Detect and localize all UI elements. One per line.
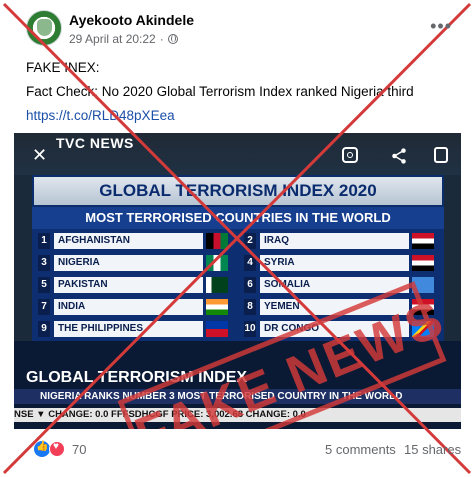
rank-label: INDIA xyxy=(54,298,203,315)
author-avatar[interactable] xyxy=(26,10,62,46)
flag-icon xyxy=(206,276,228,293)
rank-label: THE PHILIPPINES xyxy=(54,320,203,337)
close-icon[interactable]: ✕ xyxy=(32,145,47,166)
rank-number: 7 xyxy=(38,298,50,315)
rank-label: PAKISTAN xyxy=(54,276,203,293)
flag-icon xyxy=(206,254,228,271)
rank-item: 5 PAKISTAN xyxy=(38,275,228,294)
reaction-count[interactable]: 70 xyxy=(72,442,86,457)
rank-number: 8 xyxy=(244,298,256,315)
rank-item: 2 IRAQ xyxy=(244,231,434,250)
post-footer: 70 5 comments 15 shares xyxy=(0,438,474,464)
flag-icon xyxy=(206,320,228,337)
shares-count[interactable]: 15 shares xyxy=(404,442,461,457)
post-link[interactable]: https://t.co/RLD48pXEea xyxy=(26,108,175,123)
rank-number: 1 xyxy=(38,232,50,249)
rank-number: 3 xyxy=(38,254,50,271)
author-name[interactable]: Ayekooto Akindele xyxy=(69,12,194,28)
post-card: Ayekooto Akindele 29 April at 20:22 · FA… xyxy=(0,0,474,477)
options-icon[interactable] xyxy=(434,147,448,163)
flag-icon xyxy=(206,232,228,249)
comments-count[interactable]: 5 comments xyxy=(325,442,396,457)
post-date[interactable]: 29 April at 20:22 xyxy=(69,32,156,46)
post-text-line2: Fact Check: No 2020 Global Terrorism Ind… xyxy=(26,84,414,99)
like-reaction-icon[interactable] xyxy=(34,441,50,457)
board-subtitle: MOST TERRORISED COUNTRIES IN THE WORLD xyxy=(32,207,444,229)
more-options-icon[interactable]: ••• xyxy=(430,16,452,37)
board-title: GLOBAL TERRORISM INDEX 2020 xyxy=(32,175,444,207)
rank-label: AFGHANISTAN xyxy=(54,232,203,249)
rank-number: 10 xyxy=(244,320,256,337)
video-topbar: TVC NEWS ✕ xyxy=(14,133,461,175)
rank-label: IRAQ xyxy=(260,232,409,249)
channel-logo: TVC NEWS xyxy=(56,135,134,151)
rank-item: 4 SYRIA xyxy=(244,253,434,272)
post-meta: 29 April at 20:22 · xyxy=(69,32,178,46)
rank-number: 4 xyxy=(244,254,256,271)
love-reaction-icon[interactable] xyxy=(49,441,65,457)
post-text-line1: FAKE INEX: xyxy=(26,60,100,75)
dot-separator: · xyxy=(159,32,164,46)
lens-search-icon[interactable] xyxy=(342,147,358,163)
rank-item: 3 NIGERIA xyxy=(38,253,228,272)
rank-number: 6 xyxy=(244,276,256,293)
rank-number: 9 xyxy=(38,320,50,337)
globe-icon xyxy=(167,34,178,44)
rank-item: 1 AFGHANISTAN xyxy=(38,231,228,250)
rank-label: SOMALIA xyxy=(260,276,409,293)
rank-label: NIGERIA xyxy=(54,254,203,271)
flag-icon xyxy=(206,298,228,315)
rank-item: 7 INDIA xyxy=(38,297,228,316)
flag-icon xyxy=(412,232,434,249)
flag-icon xyxy=(412,254,434,271)
rank-item: 9 THE PHILIPPINES xyxy=(38,319,228,338)
rank-label: SYRIA xyxy=(260,254,409,271)
post-video[interactable]: TVC NEWS ✕ GLOBAL TERRORISM INDEX 2020 M… xyxy=(14,133,461,429)
rank-number: 5 xyxy=(38,276,50,293)
share-icon[interactable] xyxy=(390,147,408,170)
rank-number: 2 xyxy=(244,232,256,249)
